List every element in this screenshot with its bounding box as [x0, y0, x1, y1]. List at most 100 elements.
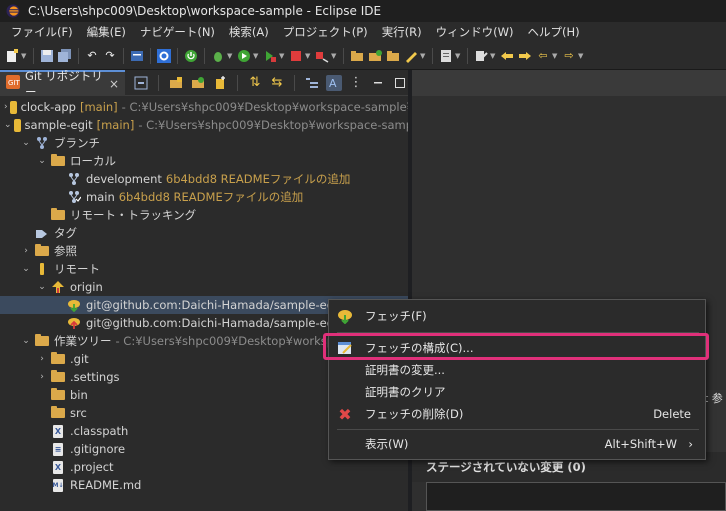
collapse-all-icon[interactable]: [133, 75, 149, 91]
chevron-down-icon[interactable]: ⌄: [20, 264, 32, 274]
folder-icon[interactable]: [385, 48, 401, 64]
tree-row-origin[interactable]: ⌄ origin: [0, 278, 408, 296]
menu-navigate[interactable]: ナビゲート(N): [133, 24, 222, 40]
editor-area-header: [412, 70, 726, 96]
save-icon[interactable]: [39, 48, 55, 64]
new-folder-icon[interactable]: [367, 48, 383, 64]
forward-icon[interactable]: ⇨: [561, 48, 577, 64]
chevron-down-icon[interactable]: ⌄: [36, 282, 48, 292]
markdown-file-icon: M↓: [50, 478, 66, 492]
tree-row-remote-tracking[interactable]: リモート・トラッキング: [0, 206, 408, 224]
window-title: C:\Users\shpc009\Desktop\workspace-sampl…: [28, 4, 382, 18]
menu-project[interactable]: プロジェクト(P): [276, 24, 375, 40]
chevron-down-icon[interactable]: ▼: [227, 52, 234, 60]
fetch-remote-icon: [66, 298, 82, 312]
tree-row-tags[interactable]: タグ: [0, 224, 408, 242]
chevron-down-icon[interactable]: ⌄: [20, 336, 32, 346]
maximize-icon[interactable]: [392, 75, 408, 91]
tree-row-branch-development[interactable]: development 6b4bdd8 READMEファイルの追加: [0, 170, 408, 188]
tree-row-readme[interactable]: M↓ README.md: [0, 476, 408, 494]
annotation-icon[interactable]: [438, 48, 454, 64]
external-tools-icon[interactable]: [262, 48, 278, 64]
chevron-right-icon[interactable]: ›: [36, 354, 48, 364]
chevron-down-icon[interactable]: ⌄: [36, 156, 48, 166]
create-repository-icon[interactable]: [212, 75, 228, 91]
link-with-editor-icon[interactable]: ⇆: [269, 75, 285, 91]
toolbar-separator: [204, 47, 205, 64]
pin-icon[interactable]: [473, 48, 489, 64]
chevron-down-icon[interactable]: ▼: [420, 52, 427, 60]
menu-window[interactable]: ウィンドウ(W): [429, 24, 521, 40]
chevron-down-icon[interactable]: ▼: [490, 52, 497, 60]
clone-repository-icon[interactable]: [190, 75, 206, 91]
tree-row-repo-sample-egit[interactable]: ⌄ sample-egit [main] - C:¥Users¥shpc009¥…: [0, 116, 408, 134]
run-icon[interactable]: [236, 48, 252, 64]
menu-item-change-certificate[interactable]: 証明書の変更...: [329, 359, 705, 381]
refresh-icon[interactable]: ⇅: [247, 75, 263, 91]
folder-icon: [50, 388, 66, 402]
chevron-down-icon[interactable]: ▼: [305, 52, 312, 60]
disconnect-icon[interactable]: [314, 48, 330, 64]
tree-row-repo-clock-app[interactable]: › clock-app [main] - C:¥Users¥shpc009¥De…: [0, 98, 408, 116]
hierarchical-icon[interactable]: [304, 75, 320, 91]
tree-row-local[interactable]: ⌄ ローカル: [0, 152, 408, 170]
menu-help[interactable]: ヘルプ(H): [521, 24, 587, 40]
power-icon[interactable]: [183, 48, 199, 64]
menu-edit[interactable]: 編集(E): [80, 24, 133, 40]
tree-row-branches[interactable]: ⌄ ブランチ: [0, 134, 408, 152]
chevron-down-icon[interactable]: ▼: [253, 52, 260, 60]
delete-icon: ✖: [338, 404, 352, 424]
menu-item-show-in[interactable]: 表示(W) Alt+Shift+W ›: [329, 433, 705, 455]
next-annotation-icon[interactable]: [517, 48, 533, 64]
tab-label: Git リポジトリー: [25, 68, 103, 99]
terminal-icon[interactable]: [129, 48, 145, 64]
tree-row-branch-main[interactable]: main 6b4bdd8 READMEファイルの追加: [0, 188, 408, 206]
folder-icon: [50, 208, 66, 222]
chevron-down-icon[interactable]: ⌄: [4, 120, 12, 130]
chevron-down-icon[interactable]: ⌄: [20, 138, 32, 148]
redo-icon[interactable]: ↷: [102, 48, 118, 64]
chevron-down-icon[interactable]: ▼: [455, 52, 462, 60]
menu-item-delete-fetch[interactable]: ✖ フェッチの削除(D) Delete: [329, 403, 705, 425]
add-repository-icon[interactable]: [168, 75, 184, 91]
chevron-right-icon[interactable]: ›: [20, 246, 32, 256]
toolbar-separator: [123, 47, 124, 64]
toolbar-separator: [467, 47, 468, 64]
tree-row-project[interactable]: X .project: [0, 458, 408, 476]
new-icon[interactable]: [4, 48, 20, 64]
fetch-icon: [337, 308, 353, 324]
save-all-icon[interactable]: [57, 48, 73, 64]
unstaged-changes-list[interactable]: [426, 482, 726, 511]
tree-row-refs[interactable]: › 参照: [0, 242, 408, 260]
debug-icon[interactable]: [210, 48, 226, 64]
chevron-down-icon[interactable]: ▼: [21, 52, 28, 60]
chevron-right-icon: ›: [688, 437, 693, 451]
open-folder-icon[interactable]: [349, 48, 365, 64]
chevron-down-icon[interactable]: ▼: [578, 52, 585, 60]
prev-annotation-icon[interactable]: [499, 48, 515, 64]
filter-icon[interactable]: A: [326, 74, 342, 91]
menu-file[interactable]: ファイル(F): [4, 24, 80, 40]
view-menu-icon[interactable]: ⋮: [348, 75, 364, 91]
chevron-right-icon[interactable]: ›: [4, 102, 8, 112]
tab-git-repositories[interactable]: GIT Git リポジトリー ×: [0, 69, 125, 99]
tree-row-remotes[interactable]: ⌄ リモート: [0, 260, 408, 278]
stop-icon[interactable]: [288, 48, 304, 64]
back-icon[interactable]: ⇦: [535, 48, 551, 64]
minimize-icon[interactable]: [370, 75, 386, 91]
chevron-down-icon[interactable]: ▼: [279, 52, 286, 60]
menu-run[interactable]: 実行(R): [375, 24, 429, 40]
menu-item-clear-certificate[interactable]: 証明書のクリア: [329, 381, 705, 403]
staging-view-tab-fragment[interactable]: t 参: [704, 390, 726, 410]
close-icon[interactable]: ×: [109, 77, 119, 91]
pencil-icon[interactable]: [403, 48, 419, 64]
chevron-right-icon[interactable]: ›: [36, 372, 48, 382]
settings-icon[interactable]: [156, 48, 172, 64]
undo-icon[interactable]: ↶: [84, 48, 100, 64]
menu-item-configure-fetch[interactable]: フェッチの構成(C)...: [329, 337, 705, 359]
menu-search[interactable]: 検索(A): [222, 24, 276, 40]
chevron-down-icon[interactable]: ▼: [552, 52, 559, 60]
toolbar-separator: [78, 47, 79, 64]
menu-item-fetch[interactable]: フェッチ(F): [329, 305, 705, 327]
chevron-down-icon[interactable]: ▼: [331, 52, 338, 60]
